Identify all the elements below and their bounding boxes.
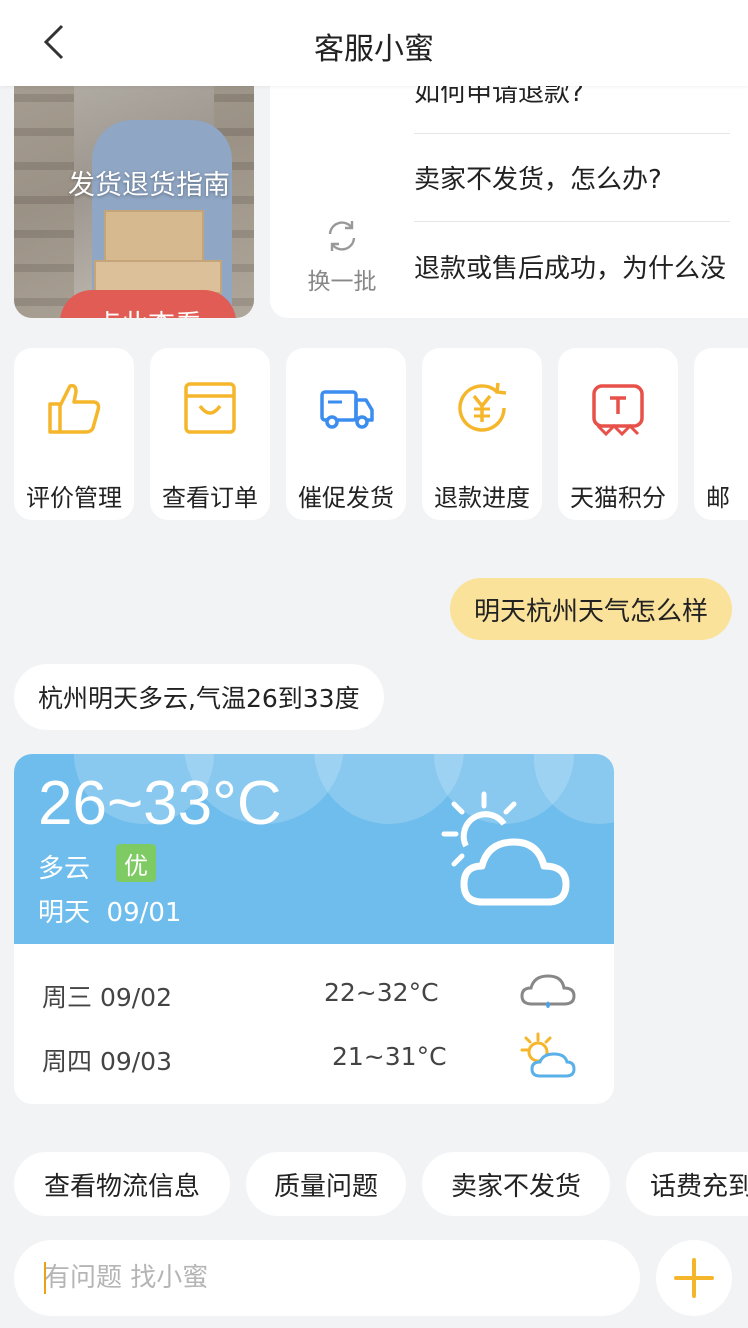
today-date: 明天 09/01: [38, 892, 181, 929]
air-quality-badge: 优: [116, 844, 156, 882]
faq-item[interactable]: 卖家不发货，怎么办?: [414, 134, 730, 222]
plus-icon: [674, 1258, 714, 1298]
action-label: 邮: [706, 484, 730, 512]
top-bar: 客服小蜜: [0, 0, 748, 86]
thumbs-up-icon: [48, 383, 101, 434]
chip-phone-recharge[interactable]: 话费充到: [626, 1152, 748, 1216]
forecast-row: 周四 09/03 21~31°C: [42, 1032, 586, 1082]
forecast-temp: 22~32°C: [324, 978, 439, 1007]
forecast-day: 周四 09/03: [42, 1047, 172, 1076]
view-guide-button[interactable]: 点此查看: [60, 290, 236, 318]
tmall-icon: [592, 384, 644, 437]
mail-icon: [724, 378, 748, 438]
weather-today-panel: 26~33°C 多云 优 明天 09/01: [14, 754, 614, 944]
date-label: 09/01: [106, 898, 182, 928]
refresh-label: 换一批: [307, 269, 377, 295]
bot-message-bubble: 杭州明天多云,气温26到33度: [14, 664, 384, 730]
partly-cloudy-icon: [441, 791, 570, 906]
more-options-button[interactable]: [656, 1240, 732, 1316]
forecast-day: 周三 09/02: [42, 983, 172, 1012]
page-title: 客服小蜜: [314, 32, 434, 67]
guide-title: 发货退货指南: [68, 170, 230, 201]
action-label: 查看订单: [162, 484, 258, 512]
refund-yuan-icon: [458, 382, 507, 432]
faq-list: 如何申请退款? 卖家不发货，怎么办? 退款或售后成功，为什么没: [414, 60, 730, 310]
chip-logistics[interactable]: 查看物流信息: [14, 1152, 230, 1216]
action-label: 退款进度: [434, 484, 530, 512]
rain-cloud-icon: [520, 974, 576, 1008]
weather-condition: 多云: [38, 854, 91, 884]
quick-actions-row: 评价管理 查看订单 催促发货 退款进度 天猫积分 邮: [14, 348, 748, 520]
partly-sunny-icon: [520, 1032, 576, 1078]
chat-input[interactable]: [44, 1240, 614, 1316]
chat-input-container: [14, 1240, 640, 1316]
forecast-row: 周三 09/02 22~32°C: [42, 968, 586, 1018]
shipping-return-guide-card[interactable]: 发货退货指南 点此查看: [14, 60, 254, 318]
day-label: 明天: [38, 898, 91, 928]
text-caret: [44, 1262, 46, 1294]
delivery-truck-icon: [320, 390, 374, 429]
weather-card[interactable]: 26~33°C 多云 优 明天 09/01 周三 09/02 22~32°C 周…: [14, 754, 614, 1104]
chip-quality[interactable]: 质量问题: [246, 1152, 406, 1216]
refresh-icon: [328, 221, 356, 251]
user-message-bubble: 明天杭州天气怎么样: [449, 578, 732, 640]
action-label: 评价管理: [26, 484, 122, 512]
today-temperature: 26~33°C: [38, 769, 282, 838]
suggestion-chips: 查看物流信息 质量问题 卖家不发货 话费充到: [14, 1152, 748, 1216]
action-label: 催促发货: [298, 484, 394, 512]
action-refund-progress[interactable]: 退款进度: [422, 348, 542, 520]
action-label: 天猫积分: [570, 484, 666, 512]
parcel-image: [94, 260, 222, 294]
action-urge-shipping[interactable]: 催促发货: [286, 348, 406, 520]
action-view-orders[interactable]: 查看订单: [150, 348, 270, 520]
refresh-batch-button[interactable]: 换一批: [300, 218, 384, 296]
faq-item[interactable]: 退款或售后成功，为什么没: [414, 222, 730, 310]
faq-card: 换一批 如何申请退款? 卖家不发货，怎么办? 退款或售后成功，为什么没: [270, 60, 748, 318]
action-review-management[interactable]: 评价管理: [14, 348, 134, 520]
chip-not-shipped[interactable]: 卖家不发货: [422, 1152, 610, 1216]
order-bag-icon: [184, 382, 236, 434]
forecast-temp: 21~31°C: [332, 1042, 447, 1071]
action-tmall-points[interactable]: 天猫积分: [558, 348, 678, 520]
action-mail[interactable]: 邮: [694, 348, 748, 520]
